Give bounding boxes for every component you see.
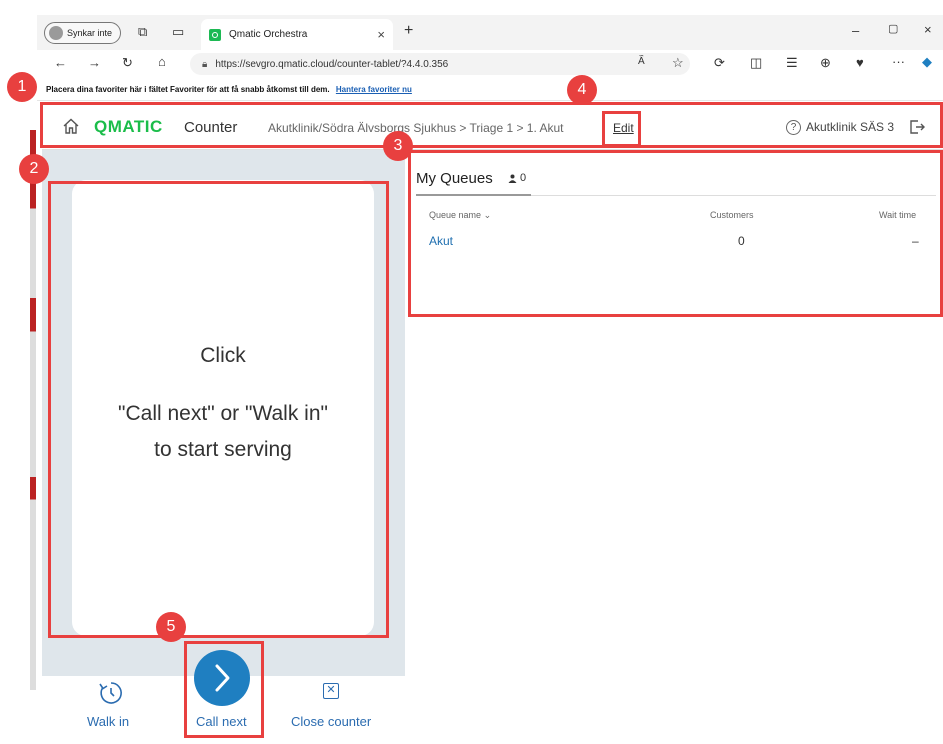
url-field[interactable]: 🔒︎ https://sevgro.qmatic.cloud/counter-t… [190, 53, 690, 75]
annotation-badge-5: 5 [156, 612, 186, 642]
url-text: https://sevgro.qmatic.cloud/counter-tabl… [215, 58, 449, 70]
copilot-icon[interactable]: ◆ [922, 55, 932, 68]
browser-tab-active[interactable]: Qmatic Orchestra × [201, 19, 393, 50]
tab-title: Qmatic Orchestra [229, 29, 308, 40]
favorites-hint-text: Placera dina favoriter här i fältet Favo… [46, 85, 330, 94]
window-close-button[interactable]: × [924, 23, 932, 36]
new-tab-button[interactable]: + [404, 23, 413, 39]
annotation-box-edit [602, 111, 641, 147]
more-menu-icon[interactable]: ··· [892, 55, 905, 68]
favorites-list-icon[interactable]: ☰ [786, 56, 798, 69]
decorative-bar [30, 130, 36, 690]
favorites-hint: Placera dina favoriter här i fältet Favo… [46, 85, 412, 94]
annotation-box-queues [408, 150, 943, 317]
annotation-box-header [40, 102, 943, 148]
reload-icon[interactable]: ↻ [122, 56, 133, 69]
home-browser-icon[interactable]: ⌂ [158, 55, 166, 68]
performance-icon[interactable]: ♥ [856, 56, 864, 69]
annotation-badge-4: 4 [567, 75, 597, 105]
lock-icon: 🔒︎ [202, 58, 208, 70]
window-minimize-button[interactable]: – [852, 24, 859, 37]
qmatic-favicon-icon [209, 28, 221, 41]
left-page-strip [0, 0, 37, 744]
profile-button[interactable]: Synkar inte [44, 22, 122, 44]
annotation-box-serving-card [48, 181, 389, 638]
back-arrow-icon[interactable]: ← [54, 56, 67, 69]
extensions-icon[interactable]: ⟳ [714, 56, 725, 69]
walk-in-button[interactable]: Walk in [87, 714, 129, 729]
split-screen-icon[interactable]: ◫ [750, 56, 762, 69]
workspaces-icon[interactable]: ⧉ [138, 25, 147, 38]
tab-actions-icon[interactable]: ▭ [172, 25, 184, 38]
tab-close-icon[interactable]: × [377, 27, 385, 42]
read-aloud-icon[interactable]: A᷈ [638, 57, 645, 67]
close-counter-icon[interactable]: ✕ [323, 683, 339, 699]
forward-arrow-icon[interactable]: → [88, 56, 101, 69]
annotation-badge-2: 2 [19, 154, 49, 184]
favorite-star-icon[interactable]: ☆ [672, 56, 684, 69]
annotation-badge-3: 3 [383, 131, 413, 161]
annotation-box-call-next [184, 641, 264, 738]
collections-icon[interactable]: ⊕ [820, 56, 831, 69]
window-maximize-button[interactable]: ▢ [888, 24, 898, 35]
profile-label: Synkar inte [67, 28, 113, 38]
avatar-icon [49, 26, 63, 40]
annotation-badge-1: 1 [7, 72, 37, 102]
manage-favorites-link[interactable]: Hantera favoriter nu [336, 85, 412, 94]
close-counter-button[interactable]: Close counter [291, 714, 371, 729]
screenshot-root: Synkar inte ⧉ ▭ Qmatic Orchestra × + – ▢… [0, 0, 943, 744]
walk-in-icon[interactable] [98, 680, 124, 706]
